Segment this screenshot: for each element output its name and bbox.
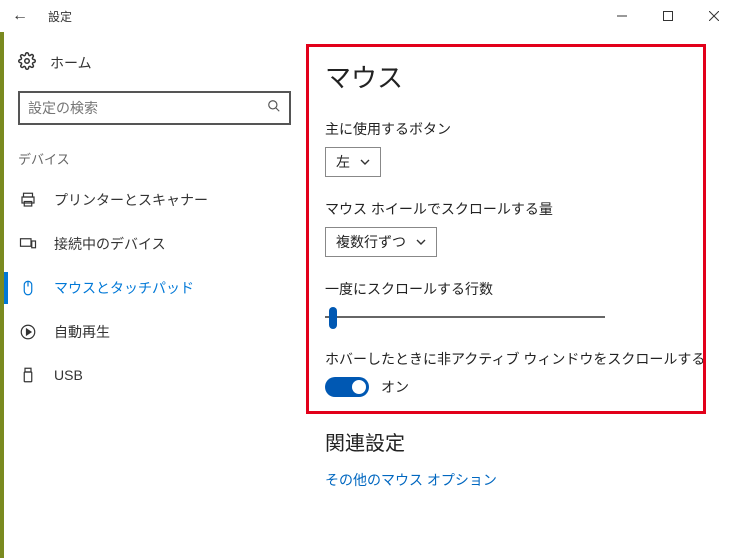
search-input[interactable] xyxy=(18,91,291,125)
maximize-button[interactable] xyxy=(645,0,691,32)
close-button[interactable] xyxy=(691,0,737,32)
gear-icon xyxy=(18,52,36,73)
slider-thumb[interactable] xyxy=(329,307,337,329)
home-button[interactable]: ホーム xyxy=(4,42,305,83)
sidebar: ホーム デバイス プリンターとスキャナー 接続中のデバイス マウスとタッチパッド… xyxy=(0,32,305,558)
primary-button-value: 左 xyxy=(336,152,350,172)
sidebar-item-mouse-touchpad[interactable]: マウスとタッチパッド xyxy=(4,266,305,310)
minimize-button[interactable] xyxy=(599,0,645,32)
window-title: 設定 xyxy=(48,8,72,25)
sidebar-item-label: USB xyxy=(54,367,83,383)
wheel-scroll-select[interactable]: 複数行ずつ xyxy=(325,227,437,257)
chevron-down-icon xyxy=(360,154,370,170)
additional-mouse-options-link[interactable]: その他のマウス オプション xyxy=(325,470,717,490)
chevron-down-icon xyxy=(416,234,426,250)
mouse-icon xyxy=(18,279,38,297)
search-icon xyxy=(267,99,281,118)
primary-button-select[interactable]: 左 xyxy=(325,147,381,177)
sidebar-item-label: プリンターとスキャナー xyxy=(54,190,208,210)
toggle-state-label: オン xyxy=(381,377,409,397)
inactive-scroll-toggle[interactable] xyxy=(325,377,369,397)
wheel-scroll-label: マウス ホイールでスクロールする量 xyxy=(325,199,717,219)
devices-icon xyxy=(18,235,38,253)
category-header: デバイス xyxy=(4,143,305,178)
page-title: マウス xyxy=(325,58,717,95)
lines-per-scroll-label: 一度にスクロールする行数 xyxy=(325,279,717,299)
wheel-scroll-value: 複数行ずつ xyxy=(336,232,406,252)
slider-track-line xyxy=(325,316,605,318)
sidebar-item-printers[interactable]: プリンターとスキャナー xyxy=(4,178,305,222)
lines-per-scroll-slider[interactable] xyxy=(325,307,605,327)
printer-icon xyxy=(18,191,38,209)
primary-button-label: 主に使用するボタン xyxy=(325,119,717,139)
autoplay-icon xyxy=(18,323,38,341)
search-field[interactable] xyxy=(28,100,267,116)
usb-icon xyxy=(18,366,38,384)
toggle-knob xyxy=(352,380,366,394)
inactive-scroll-label: ホバーしたときに非アクティブ ウィンドウをスクロールする xyxy=(325,349,717,369)
sidebar-item-usb[interactable]: USB xyxy=(4,354,305,396)
home-label: ホーム xyxy=(50,53,92,73)
back-button[interactable]: ← xyxy=(4,7,36,25)
sidebar-item-connected-devices[interactable]: 接続中のデバイス xyxy=(4,222,305,266)
sidebar-item-label: マウスとタッチパッド xyxy=(54,278,194,298)
sidebar-item-label: 接続中のデバイス xyxy=(54,234,166,254)
main-panel: マウス 主に使用するボタン 左 マウス ホイールでスクロールする量 複数行ずつ … xyxy=(305,32,737,558)
related-settings-title: 関連設定 xyxy=(325,427,717,456)
sidebar-item-autoplay[interactable]: 自動再生 xyxy=(4,310,305,354)
sidebar-item-label: 自動再生 xyxy=(54,322,110,342)
